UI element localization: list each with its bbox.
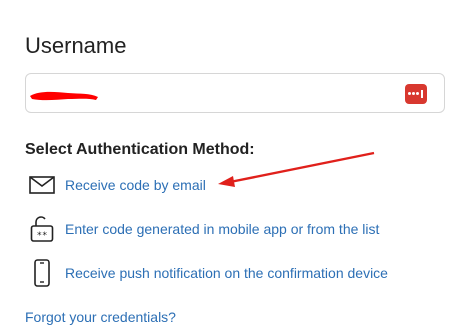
password-manager-icon[interactable] (405, 84, 427, 104)
auth-method-heading: Select Authentication Method: (25, 141, 255, 158)
page-title: Username (25, 33, 127, 58)
envelope-icon (25, 176, 59, 194)
redaction-scribble (30, 91, 98, 101)
username-input[interactable] (25, 73, 445, 113)
method-push-label[interactable]: Receive push notification on the confirm… (65, 265, 388, 281)
method-email-label[interactable]: Receive code by email (65, 177, 206, 193)
unlock-code-icon: ** (25, 215, 59, 243)
method-mobile-code-label[interactable]: Enter code generated in mobile app or fr… (65, 221, 379, 237)
method-mobile-code-option[interactable]: ** Enter code generated in mobile app or… (25, 215, 379, 243)
method-push-option[interactable]: Receive push notification on the confirm… (25, 259, 388, 287)
method-email-option[interactable]: Receive code by email (25, 171, 206, 199)
smartphone-icon (25, 259, 59, 287)
svg-text:**: ** (37, 231, 48, 241)
login-page: Username Select Authentication Method: R… (0, 0, 474, 335)
forgot-credentials-link[interactable]: Forgot your credentials? (25, 309, 176, 325)
